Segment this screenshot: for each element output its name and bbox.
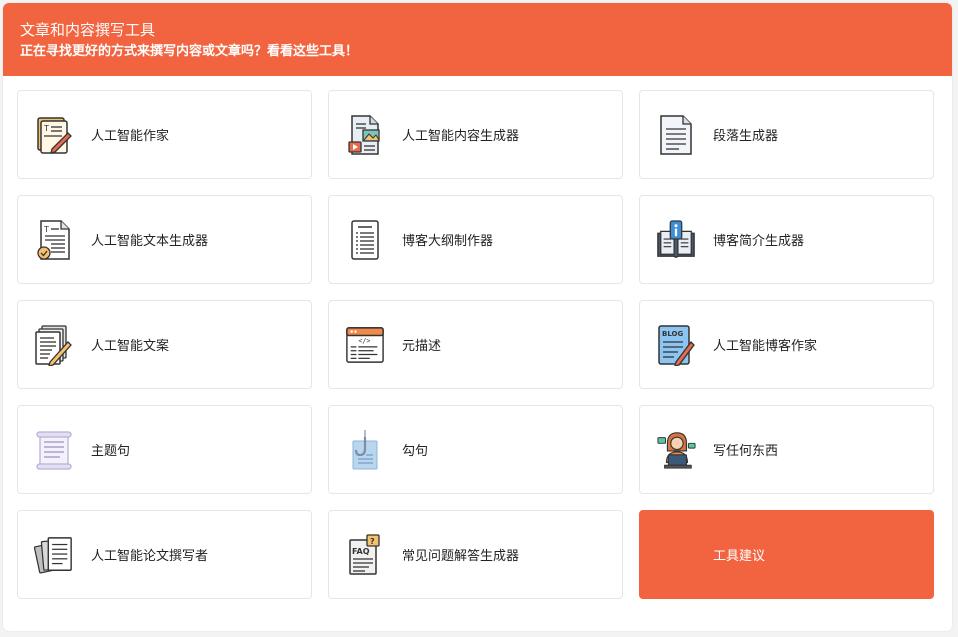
svg-text:FAQ: FAQ — [352, 547, 370, 556]
tool-label: 写任何东西 — [713, 444, 779, 459]
tool-label: 段落生成器 — [713, 129, 779, 144]
tool-label: 博客简介生成器 — [713, 234, 805, 249]
banner-subtitle: 正在寻找更好的方式来撰写内容或文章吗？看看这些工具！ — [20, 44, 359, 59]
tool-card-topic-sentence[interactable]: 主题句 — [17, 405, 312, 494]
tool-label: 人工智能作家 — [91, 129, 170, 144]
tool-card-blog-intro[interactable]: 博客简介生成器 — [639, 195, 934, 284]
content-generator-icon — [345, 113, 385, 157]
paragraph-icon — [656, 113, 696, 157]
hook-icon — [345, 428, 385, 472]
tool-label: 常见问题解答生成器 — [402, 549, 520, 564]
tool-suggestion-button[interactable]: 工具建议 — [639, 510, 934, 599]
tool-label: 人工智能文案 — [91, 339, 170, 354]
tool-label: 人工智能内容生成器 — [402, 129, 520, 144]
text-generator-icon: T — [34, 218, 74, 262]
tool-label: 博客大纲制作器 — [402, 234, 494, 249]
tool-label: 元描述 — [402, 339, 442, 354]
meta-code-icon: </> — [345, 323, 385, 367]
svg-text:BLOG: BLOG — [662, 330, 683, 338]
tool-label: 勾句 — [402, 444, 429, 459]
header-banner: 文章和内容撰写工具 正在寻找更好的方式来撰写内容或文章吗？看看这些工具！ — [3, 3, 952, 76]
tool-card-meta-description[interactable]: </> 元描述 — [328, 300, 623, 389]
papers-icon — [34, 533, 74, 577]
svg-text:T: T — [43, 124, 49, 133]
tool-card-faq-generator[interactable]: ? FAQ 常见问题解答生成器 — [328, 510, 623, 599]
tool-card-ai-content-generator[interactable]: 人工智能内容生成器 — [328, 90, 623, 179]
tool-label: 人工智能文本生成器 — [91, 234, 209, 249]
tool-label: 主题句 — [91, 444, 131, 459]
tool-card-write-anything[interactable]: 写任何东西 — [639, 405, 934, 494]
tool-card-paragraph-generator[interactable]: 段落生成器 — [639, 90, 934, 179]
outline-icon — [345, 218, 385, 262]
intro-book-icon — [656, 218, 696, 262]
copywriting-icon — [34, 323, 74, 367]
tool-card-ai-copywriting[interactable]: 人工智能文案 — [17, 300, 312, 389]
tool-suggestion-label: 工具建议 — [713, 549, 766, 564]
banner-title: 文章和内容撰写工具 — [20, 21, 156, 39]
tool-label: 人工智能论文撰写者 — [91, 549, 209, 564]
tool-card-ai-blog-writer[interactable]: BLOG 人工智能博客作家 — [639, 300, 934, 389]
writer-icon: T — [34, 113, 74, 157]
svg-text:T: T — [43, 225, 49, 234]
tool-card-ai-writer[interactable]: T 人工智能作家 — [17, 90, 312, 179]
tool-label: 人工智能博客作家 — [713, 339, 818, 354]
tool-card-ai-text-generator[interactable]: T 人工智能文本生成器 — [17, 195, 312, 284]
svg-text:</>: </> — [358, 337, 370, 345]
svg-text:?: ? — [370, 537, 375, 546]
person-laptop-icon — [656, 428, 696, 472]
tool-card-ai-paper-writer[interactable]: 人工智能论文撰写者 — [17, 510, 312, 599]
tool-card-blog-outline[interactable]: 博客大纲制作器 — [328, 195, 623, 284]
blog-icon: BLOG — [656, 323, 696, 367]
scroll-icon — [34, 428, 74, 472]
tool-grid: T 人工智能作家 人工智能内容生成器 段落生成器 T 人工智能文本生成器 博客大… — [17, 90, 934, 599]
faq-icon: ? FAQ — [345, 533, 385, 577]
tool-card-hook-sentence[interactable]: 勾句 — [328, 405, 623, 494]
